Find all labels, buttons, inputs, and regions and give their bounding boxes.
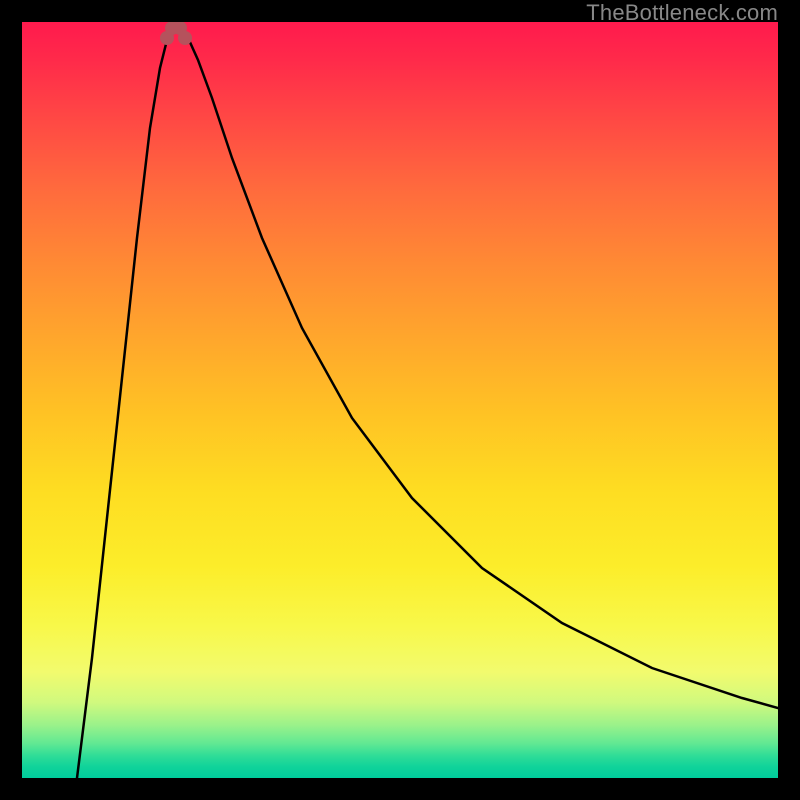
watermark-text: TheBottleneck.com bbox=[586, 0, 778, 26]
marker-dip-right bbox=[178, 31, 192, 45]
dip-markers bbox=[160, 22, 192, 45]
bottleneck-curve bbox=[77, 28, 778, 778]
curve-overlay bbox=[22, 22, 778, 778]
plot-area bbox=[22, 22, 778, 778]
